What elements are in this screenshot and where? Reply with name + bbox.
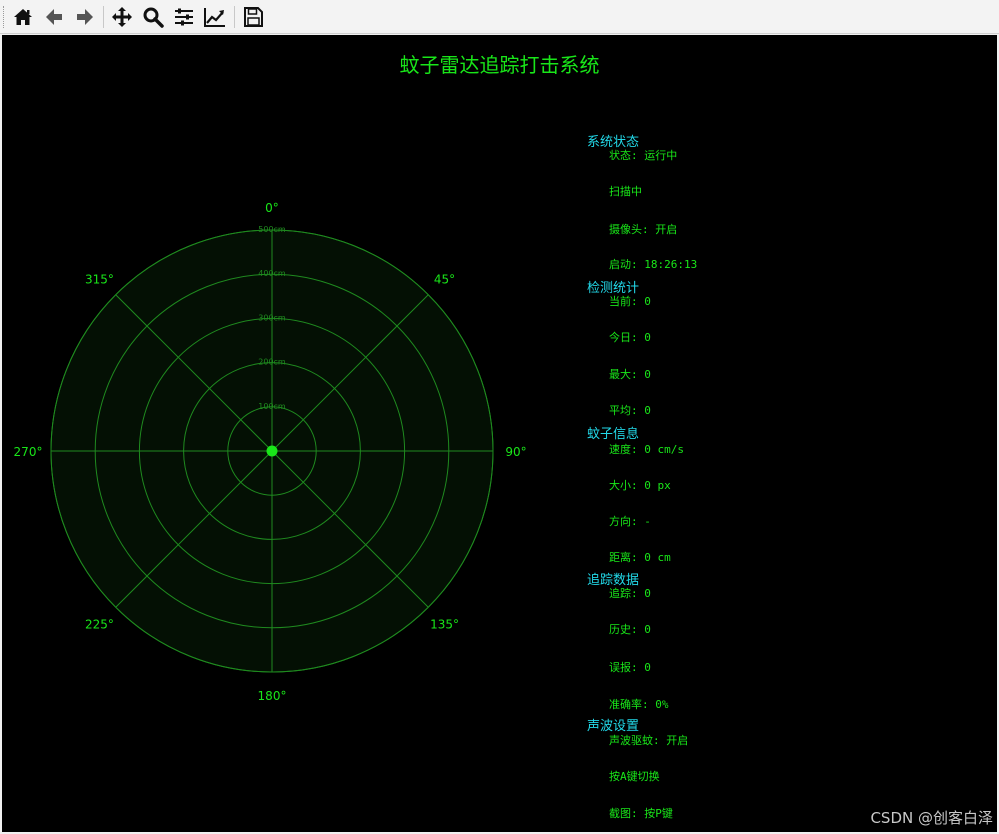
angle-label-270: 270° — [14, 445, 43, 459]
back-arrow-icon — [46, 9, 62, 25]
angle-label-315: 315° — [85, 272, 114, 286]
toolbar-separator — [103, 6, 104, 28]
configure-subplots-icon — [175, 8, 193, 26]
forward-arrow-icon — [77, 9, 93, 25]
zoom-icon — [143, 7, 164, 28]
angle-label-135: 135° — [430, 618, 459, 632]
pan-button[interactable] — [109, 4, 135, 30]
save-button[interactable] — [240, 4, 266, 30]
matplotlib-toolbar — [0, 0, 999, 34]
radar-plot: 100cm 200cm 300cm 400cm 500cm 0° 45° 90° 135° 18… — [14, 201, 527, 703]
pan-icon — [112, 7, 132, 27]
back-button[interactable] — [41, 4, 67, 30]
range-label: 400cm — [258, 269, 286, 278]
home-icon — [14, 9, 32, 25]
toolbar-grip[interactable] — [3, 6, 6, 28]
edit-axis-icon — [204, 8, 225, 27]
angle-label-90: 90° — [505, 445, 526, 459]
home-button[interactable] — [10, 4, 36, 30]
angle-label-225: 225° — [85, 618, 114, 632]
watermark: CSDN @创客白泽 — [870, 809, 993, 827]
zoom-button[interactable] — [140, 4, 166, 30]
configure-subplots-button[interactable] — [171, 4, 197, 30]
angle-label-0: 0° — [265, 201, 279, 215]
angle-label-180: 180° — [258, 689, 287, 703]
forward-button[interactable] — [72, 4, 98, 30]
edit-axis-button[interactable] — [202, 4, 228, 30]
radar-center-dot — [266, 445, 278, 457]
figure-canvas[interactable]: 蚊子雷达追踪打击系统 100cm 200cm 300cm 400cm 500cm 0° 4… — [2, 35, 997, 832]
save-icon — [244, 7, 263, 27]
range-label: 500cm — [258, 225, 286, 234]
toolbar-separator — [234, 6, 235, 28]
range-label: 300cm — [258, 313, 286, 322]
angle-label-45: 45° — [434, 272, 455, 286]
range-label: 200cm — [258, 358, 286, 367]
range-label: 100cm — [258, 402, 286, 411]
